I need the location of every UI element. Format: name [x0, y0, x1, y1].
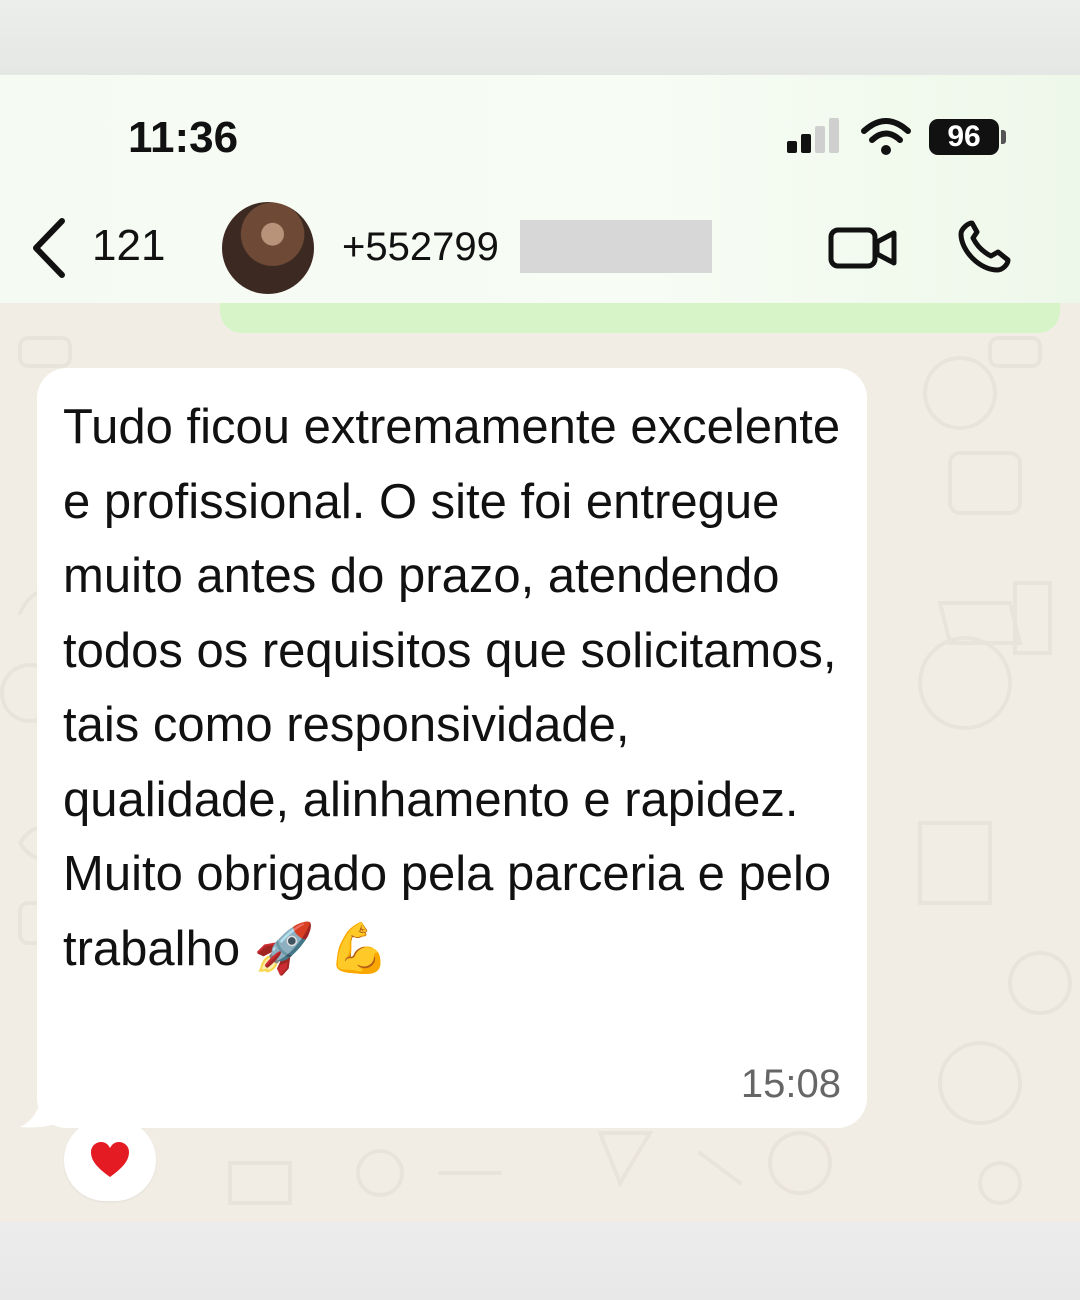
avatar[interactable] [222, 202, 314, 294]
contact-name[interactable]: +552799 [342, 225, 499, 270]
heart-icon [91, 1142, 129, 1177]
bottom-blur [0, 1222, 1080, 1300]
message-text: Tudo ficou extremamente excelente e prof… [63, 390, 853, 986]
received-message-bubble[interactable]: Tudo ficou extremamente excelente e prof… [37, 368, 867, 1128]
battery-tip [1001, 130, 1006, 144]
chat-header: 11:36 96 121 +552799 [0, 75, 1080, 303]
top-blur [0, 0, 1080, 75]
back-chevron-icon[interactable] [28, 217, 68, 279]
reaction-badge[interactable] [64, 1119, 156, 1201]
cellular-signal-icon [787, 118, 839, 153]
redacted-block [520, 220, 712, 273]
read-ticks-icon: ✓✓ [970, 303, 1007, 305]
status-time: 11:36 [128, 113, 239, 162]
phone-call-icon[interactable] [955, 218, 1013, 276]
phone-screen: 11:36 96 121 +552799 Tudo ficou extremam… [0, 75, 1080, 1222]
battery-indicator: 96 [929, 119, 999, 155]
message-body: Tudo ficou extremamente excelente e prof… [63, 400, 841, 976]
chat-area: ▬ ▬ ✓✓ Tudo ficou extremamente excelente… [0, 303, 1080, 1222]
rocket-emoji: 🚀 [253, 919, 315, 977]
video-call-icon[interactable] [828, 225, 898, 271]
message-time: 15:08 [740, 1062, 841, 1106]
muscle-emoji: 💪 [328, 919, 390, 977]
previous-sent-message[interactable]: ▬ ▬ ✓✓ [220, 303, 1060, 333]
wifi-icon [861, 118, 911, 155]
back-count[interactable]: 121 [92, 221, 165, 271]
